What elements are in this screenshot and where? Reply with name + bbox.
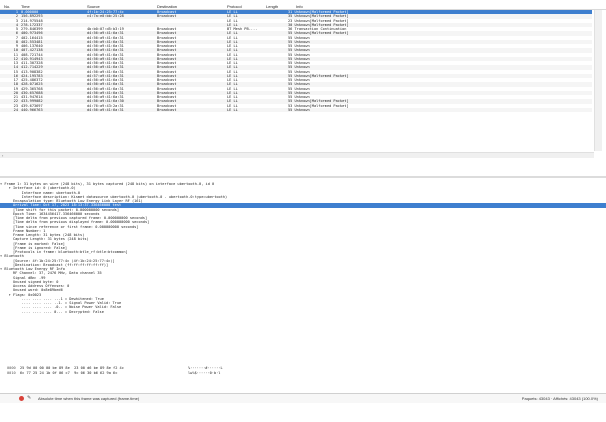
packet-cell-no: 24 bbox=[13, 107, 18, 112]
packet-cell-proto: LE LL bbox=[227, 107, 238, 112]
packet-row[interactable]: 24 440.966763 d4:56:a9:41:6a:31 Broadcast LE… bbox=[0, 107, 592, 112]
column-header-length[interactable]: Length bbox=[266, 4, 278, 9]
status-bar: ✎ Absolute time when this frame was capt… bbox=[0, 393, 606, 403]
packet-details-pane[interactable]: ▾ Frame 1: 31 bytes on wire (248 bits), … bbox=[0, 182, 606, 364]
expert-info-icon[interactable] bbox=[19, 396, 24, 401]
packet-list-horizontal-scrollbar[interactable]: ‹ bbox=[0, 152, 594, 158]
column-header-info[interactable]: Info bbox=[296, 4, 303, 9]
packet-cell-info: 55 Unknown bbox=[288, 107, 310, 112]
column-header-time[interactable]: Time bbox=[21, 4, 30, 9]
packet-cell-src: d4:56:a9:41:6a:31 bbox=[87, 107, 124, 112]
detail-tree-item[interactable]: .... .... .... 0... = Decrypted: False bbox=[0, 310, 606, 314]
packet-bytes-pane[interactable]: 0000 25 9d 00 00 00 be 89 8e 23 00 d6 be … bbox=[0, 366, 606, 386]
packet-list-header: No. Time Source Destination Protocol Len… bbox=[0, 3, 606, 10]
bytes-hex: 6c 77 25 24 1b 0f 06 c7 9c 06 30 b6 62 9… bbox=[20, 370, 118, 375]
bytes-line[interactable]: 0010 6c 77 25 24 1b 0f 06 c7 9c 06 30 b6 … bbox=[0, 371, 606, 376]
packet-list-rows: 1 0.000000 4f:1b:24:25:77:4c Broadcast LE LL… bbox=[0, 10, 592, 112]
packet-cell-time: 440.966763 bbox=[21, 107, 43, 112]
column-header-protocol[interactable]: Protocol bbox=[227, 4, 242, 9]
status-field-description: Absolute time when this frame was captur… bbox=[38, 396, 140, 401]
bytes-ascii: lw%$······0·b·l bbox=[188, 370, 221, 375]
column-header-source[interactable]: Source bbox=[87, 4, 100, 9]
edit-comment-icon[interactable]: ✎ bbox=[27, 395, 32, 401]
scroll-left-icon[interactable]: ‹ bbox=[2, 153, 3, 158]
packet-list-pane[interactable]: No. Time Source Destination Protocol Len… bbox=[0, 0, 606, 162]
column-header-destination[interactable]: Destination bbox=[157, 4, 177, 9]
packet-cell-dst: Broadcast bbox=[157, 107, 177, 112]
bytes-offset: 0010 bbox=[7, 370, 16, 375]
pane-splitter[interactable] bbox=[0, 176, 606, 178]
packet-list-vertical-scrollbar[interactable] bbox=[594, 10, 602, 151]
status-packet-count: Paquets: 43043 · Affichés: 43043 (100.0%… bbox=[521, 396, 598, 401]
column-header-no[interactable]: No. bbox=[4, 4, 10, 9]
